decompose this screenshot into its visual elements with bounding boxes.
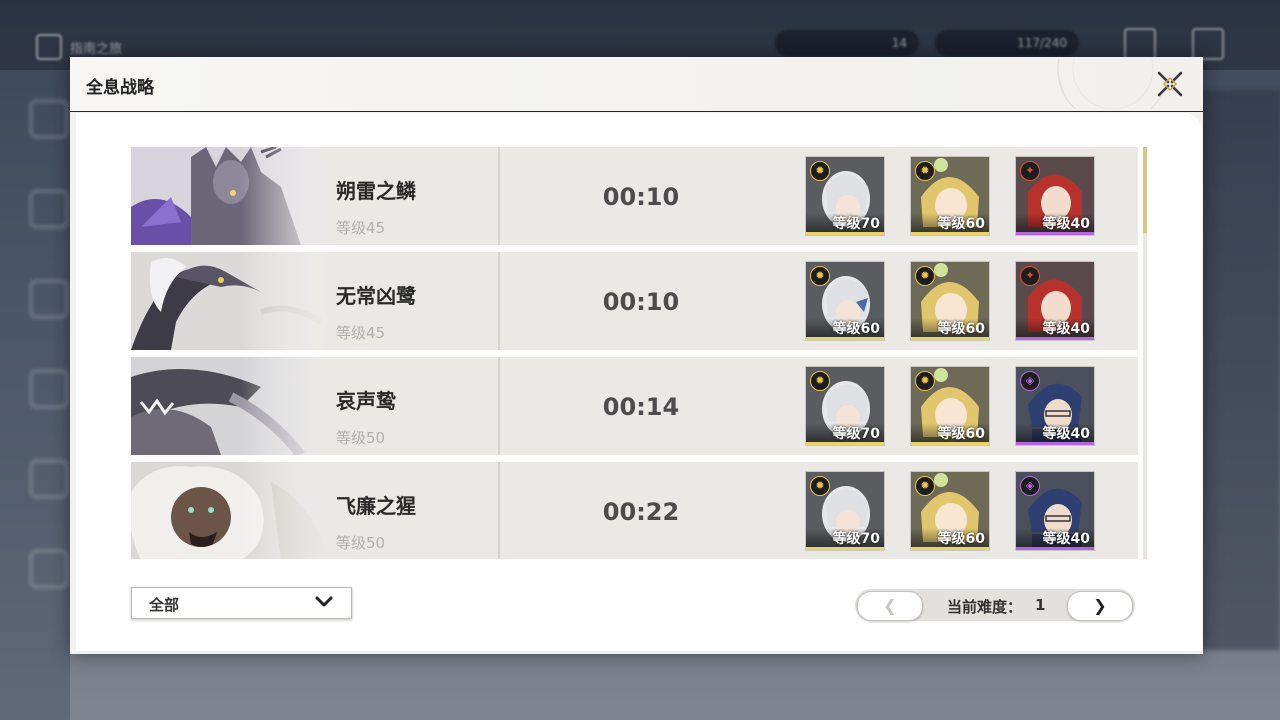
havoc-icon: ◈ <box>1020 476 1040 496</box>
rarity-bar <box>911 232 989 235</box>
currency-pill-1: 14 <box>775 30 919 56</box>
boss-name: 朔雷之鳞 <box>336 179 416 203</box>
spectro-icon: ✹ <box>810 371 830 391</box>
header-decoration <box>1057 59 1163 109</box>
spectro-icon: ✹ <box>915 266 935 286</box>
background-right-panel <box>1200 90 1280 650</box>
background-close-icon <box>1192 28 1224 60</box>
sidebar-icon <box>30 550 68 588</box>
team-member-card[interactable]: ✹ 等级60 <box>910 261 990 341</box>
fusion-icon: ✦ <box>1020 161 1040 181</box>
clear-time: 00:22 <box>602 498 680 526</box>
boss-row[interactable]: 朔雷之鳞 等级45 00:10 ✹ 等级70 ✹ 等级60 ✦ 等级40 <box>131 147 1138 245</box>
row-divider <box>498 462 500 559</box>
rarity-bar <box>911 547 989 550</box>
difficulty-label: 当前难度： <box>947 598 1023 616</box>
boss-portrait <box>131 462 331 559</box>
boss-level: 等级50 <box>336 534 386 552</box>
boss-list[interactable]: 朔雷之鳞 等级45 00:10 ✹ 等级70 ✹ 等级60 ✦ 等级40 无常凶… <box>131 147 1147 559</box>
boss-row[interactable]: 飞廉之猩 等级50 00:22 ✹ 等级70 ✹ 等级60 ◈ 等级40 <box>131 462 1138 559</box>
rarity-bar <box>806 547 884 550</box>
boss-level: 等级45 <box>336 324 386 342</box>
list-scrollbar[interactable] <box>1143 147 1147 559</box>
boss-name: 无常凶鹭 <box>336 284 416 308</box>
team-member-card[interactable]: ✹ 等级60 <box>805 261 885 341</box>
rarity-bar <box>1016 232 1094 235</box>
currency-pill-2: 117/240 <box>935 30 1079 56</box>
currency-2-value: 117/240 <box>1017 36 1067 50</box>
background-title-text: 指南之旅 <box>70 41 123 57</box>
rarity-bar <box>1016 442 1094 445</box>
panel-header: 全息战略 <box>70 57 1203 112</box>
spectro-icon: ✹ <box>810 266 830 286</box>
rarity-bar <box>1016 337 1094 340</box>
boss-level: 等级50 <box>336 429 386 447</box>
clear-time: 00:10 <box>602 183 680 211</box>
team-member-card[interactable]: ✦ 等级40 <box>1015 156 1095 236</box>
havoc-icon: ◈ <box>1020 371 1040 391</box>
team-member-card[interactable]: ✹ 等级60 <box>910 156 990 236</box>
close-button[interactable] <box>1155 69 1185 99</box>
spectro-icon: ✹ <box>915 476 935 496</box>
rarity-bar <box>911 442 989 445</box>
rarity-bar <box>806 442 884 445</box>
currency-1-value: 14 <box>891 36 907 50</box>
team-member-card[interactable]: ✹ 等级60 <box>910 366 990 446</box>
background-sidebar <box>0 70 70 720</box>
boss-portrait <box>131 147 331 245</box>
team-member-card[interactable]: ✦ 等级40 <box>1015 261 1095 341</box>
difficulty-value: 1 <box>1035 596 1046 614</box>
team-member-card[interactable]: ◈ 等级40 <box>1015 366 1095 446</box>
sidebar-icon <box>30 280 68 318</box>
row-divider <box>498 357 500 455</box>
spectro-icon: ✹ <box>810 476 830 496</box>
spectro-icon: ✹ <box>915 161 935 181</box>
boss-level: 等级45 <box>336 219 386 237</box>
rarity-bar <box>806 232 884 235</box>
background-settings-icon <box>1124 28 1156 60</box>
sidebar-icon <box>30 460 68 498</box>
filter-selected-value: 全部 <box>149 596 180 614</box>
team-member-card[interactable]: ◈ 等级40 <box>1015 471 1095 551</box>
sidebar-icon <box>30 100 68 138</box>
boss-row[interactable]: 哀声鸷 等级50 00:14 ✹ 等级70 ✹ 等级60 ◈ 等级40 <box>131 357 1138 455</box>
spectro-icon: ✹ <box>915 371 935 391</box>
team-member-card[interactable]: ✹ 等级70 <box>805 471 885 551</box>
fusion-icon: ✦ <box>1020 266 1040 286</box>
boss-name: 飞廉之猩 <box>336 494 416 518</box>
difficulty-pager: ❮ 当前难度： 1 ❯ <box>855 589 1135 621</box>
filter-dropdown[interactable]: 全部 <box>131 587 352 619</box>
row-divider <box>498 147 500 245</box>
row-divider <box>498 252 500 350</box>
boss-portrait <box>131 357 331 455</box>
team-member-card[interactable]: ✹ 等级60 <box>910 471 990 551</box>
boss-portrait <box>131 252 331 350</box>
rarity-bar <box>1016 547 1094 550</box>
clear-time: 00:14 <box>602 393 680 421</box>
panel-title: 全息战略 <box>86 78 154 98</box>
scrollbar-thumb[interactable] <box>1143 147 1147 233</box>
rarity-bar <box>806 337 884 340</box>
team-member-card[interactable]: ✹ 等级70 <box>805 156 885 236</box>
boss-row[interactable]: 无常凶鹭 等级45 00:10 ✹ 等级60 ✹ 等级60 ✦ 等级40 <box>131 252 1138 350</box>
chevron-down-icon <box>315 596 333 607</box>
team-member-card[interactable]: ✹ 等级70 <box>805 366 885 446</box>
clear-time: 00:10 <box>602 288 680 316</box>
boss-name: 哀声鸷 <box>336 389 396 413</box>
rarity-bar <box>911 337 989 340</box>
spectro-icon: ✹ <box>810 161 830 181</box>
sidebar-icon <box>30 370 68 408</box>
holographic-strategy-panel: 全息战略 朔雷之鳞 等级45 00:10 ✹ 等级70 ✹ 等级60 ✦ 等级4… <box>70 57 1203 654</box>
home-icon <box>36 34 62 60</box>
next-difficulty-button[interactable]: ❯ <box>1067 591 1133 621</box>
prev-difficulty-button[interactable]: ❮ <box>857 591 923 621</box>
sidebar-icon <box>30 190 68 228</box>
